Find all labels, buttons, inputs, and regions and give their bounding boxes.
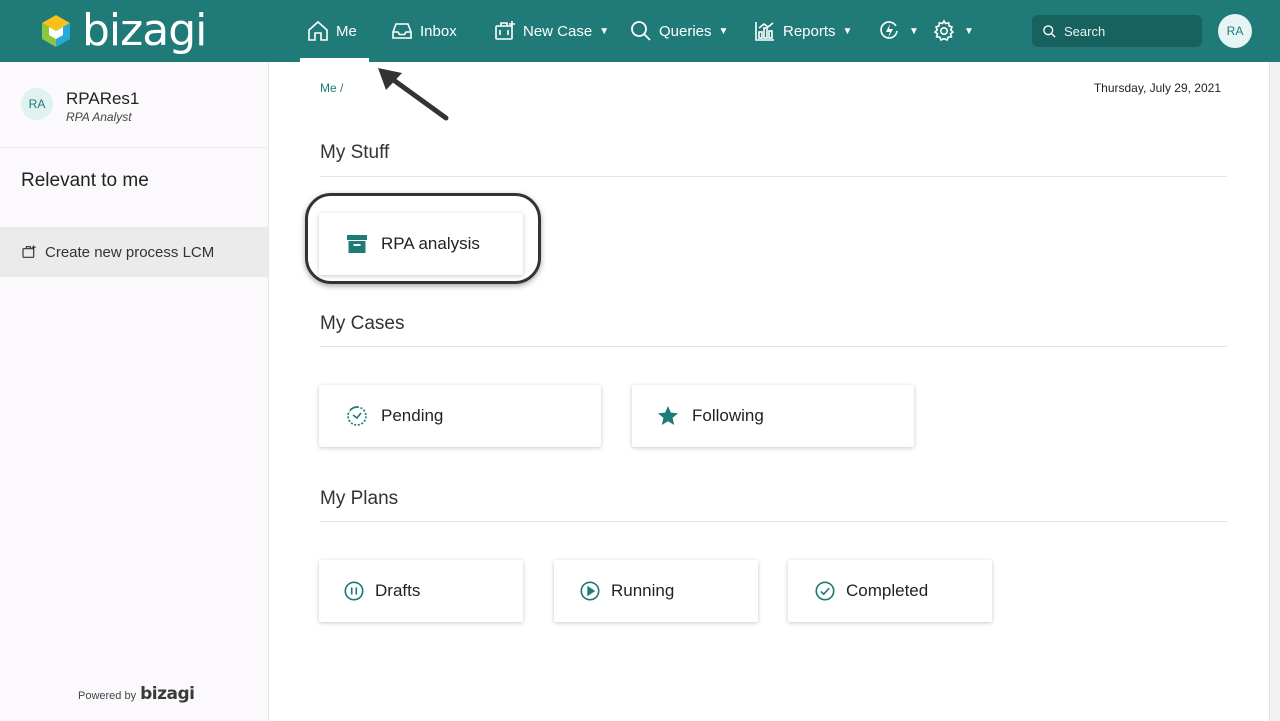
user-profile-block: RA RPARes1 RPA Analyst: [0, 62, 268, 148]
lightning-circle-icon: [880, 21, 898, 39]
powered-by-logo: bizagi: [140, 684, 195, 704]
divider: [320, 521, 1227, 522]
relevant-to-me-heading: Relevant to me: [21, 170, 149, 191]
card-label: Pending: [381, 406, 444, 425]
nav-me-label: Me: [336, 22, 357, 40]
powered-by-text: Powered by: [78, 690, 137, 702]
reports-chart-icon: [755, 22, 774, 41]
section-title-my-stuff: My Stuff: [320, 142, 390, 163]
nav-reports-label: Reports: [783, 22, 836, 40]
section-title-my-cases: My Cases: [320, 313, 405, 334]
magnifier-icon: [631, 21, 651, 41]
bizagi-cube-icon: [42, 15, 70, 47]
pause-circle-icon: [344, 581, 364, 601]
check-circle-icon: [815, 581, 835, 601]
new-case-icon: [495, 21, 515, 40]
user-name: RPARes1: [66, 89, 140, 108]
card-rpa-analysis[interactable]: RPA analysis: [319, 213, 523, 275]
card-label: Running: [611, 581, 675, 600]
card-label: Completed: [846, 581, 929, 600]
nav-inbox[interactable]: Inbox: [390, 0, 457, 62]
home-icon: [308, 20, 328, 41]
section-title-my-plans: My Plans: [320, 488, 399, 509]
card-drafts[interactable]: Drafts: [319, 560, 523, 622]
nav-reports[interactable]: Reports ▼: [753, 0, 852, 62]
user-role: RPA Analyst: [66, 110, 132, 124]
card-running[interactable]: Running: [554, 560, 758, 622]
card-label: Following: [692, 406, 764, 425]
divider: [320, 176, 1227, 177]
nav-new-case[interactable]: New Case ▼: [493, 0, 609, 62]
card-completed[interactable]: Completed: [788, 560, 992, 622]
inbox-icon: [392, 23, 412, 39]
nav-settings[interactable]: ▼: [932, 0, 974, 62]
user-avatar-top[interactable]: RA: [1218, 14, 1252, 48]
divider: [320, 346, 1227, 347]
current-date: Thursday, July 29, 2021: [1093, 81, 1221, 95]
sidebar-item-create-new-process[interactable]: Create new process LCM: [0, 227, 268, 277]
card-label: RPA analysis: [381, 234, 480, 253]
chevron-down-icon: ▼: [599, 25, 610, 37]
chevron-down-icon: ▼: [718, 25, 729, 37]
nav-me[interactable]: Me: [300, 0, 369, 62]
nav-queries-label: Queries: [659, 22, 712, 40]
logo-text: bizagi: [82, 5, 207, 56]
card-pending[interactable]: Pending: [319, 385, 601, 447]
chevron-down-icon: ▼: [842, 25, 853, 37]
nav-new-case-label: New Case: [523, 22, 593, 40]
nav-queries[interactable]: Queries ▼: [629, 0, 728, 62]
nav-inbox-label: Inbox: [420, 22, 457, 40]
card-label: Drafts: [375, 581, 421, 600]
nav-activity[interactable]: ▼: [877, 0, 919, 62]
star-icon: [658, 406, 678, 425]
vertical-scrollbar[interactable]: [1269, 62, 1280, 721]
timer-clock-icon: [347, 406, 367, 426]
new-case-icon: [22, 245, 36, 258]
top-navigation-bar: bizagi Me Inbox New Case ▼ Queries ▼ Rep…: [0, 0, 1280, 62]
powered-by-footer: Powered by bizagi: [78, 684, 195, 704]
play-circle-icon: [580, 581, 600, 601]
pointer-arrow-icon: [378, 68, 449, 121]
search-icon: [1043, 24, 1056, 38]
search-box[interactable]: [1032, 15, 1202, 47]
search-input[interactable]: [1064, 23, 1194, 39]
card-following[interactable]: Following: [632, 385, 914, 447]
bizagi-logo[interactable]: bizagi: [38, 6, 238, 56]
breadcrumb[interactable]: Me /: [320, 81, 343, 95]
gear-icon: [933, 19, 955, 42]
sidebar-item-label: Create new process LCM: [45, 243, 215, 261]
chevron-down-icon: ▼: [909, 25, 919, 37]
archive-box-icon: [347, 235, 367, 253]
avatar[interactable]: RA: [21, 88, 53, 120]
chevron-down-icon: ▼: [964, 25, 974, 37]
sidebar: RA RPARes1 RPA Analyst Relevant to me Cr…: [0, 62, 269, 721]
